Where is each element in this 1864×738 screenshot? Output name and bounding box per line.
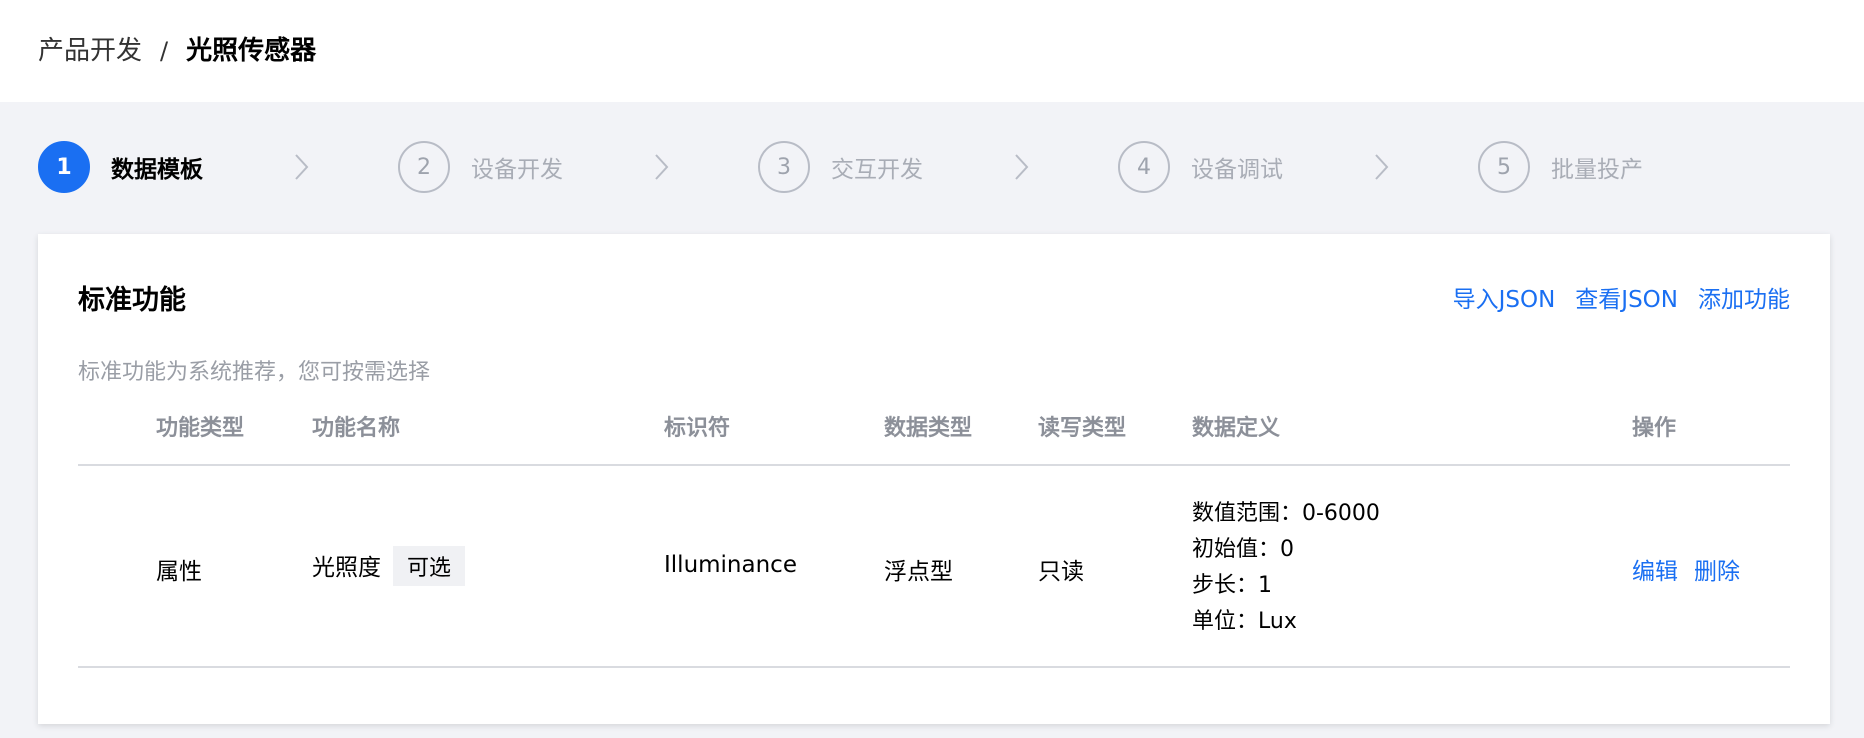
step-number-badge: 4 [1118,141,1170,193]
step-number-badge: 5 [1478,141,1530,193]
breadcrumb-separator: / [160,37,169,65]
edit-link[interactable]: 编辑 [1632,552,1678,586]
column-header-function-type: 功能类型 [156,416,245,441]
step-device-debug[interactable]: 4 设备调试 [1118,140,1283,194]
step-mass-production[interactable]: 5 批量投产 [1478,140,1643,194]
column-header-data-type: 数据类型 [884,416,973,441]
column-header-rw-type: 读写类型 [1038,416,1127,441]
cell-function-name: 光照度 可选 [312,546,466,586]
step-label: 设备开发 [471,157,563,183]
add-function-link[interactable]: 添加功能 [1698,280,1790,314]
breadcrumb-current: 光照传感器 [186,36,317,66]
chevron-right-icon [295,154,309,180]
step-label: 数据模板 [111,157,203,183]
cell-data-definition: 数值范围：0-6000 初始值：0 步长：1 单位：Lux [1192,496,1380,640]
cell-data-type: 浮点型 [884,559,953,585]
chevron-right-icon [1015,154,1029,180]
definition-range: 数值范围：0-6000 [1192,501,1380,526]
step-device-development[interactable]: 2 设备开发 [398,140,563,194]
step-data-template[interactable]: 1 数据模板 [38,140,203,194]
import-json-link[interactable]: 导入JSON [1453,280,1556,314]
card-actions: 导入JSON 查看JSON 添加功能 [1453,280,1790,314]
column-header-data-definition: 数据定义 [1192,416,1281,441]
step-label: 批量投产 [1551,157,1643,183]
cell-rw-type: 只读 [1038,559,1084,585]
chevron-right-icon [1375,154,1389,180]
step-number-badge: 3 [758,141,810,193]
table-header: 功能类型 功能名称 标识符 数据类型 读写类型 数据定义 操作 [78,410,1790,466]
step-number-badge: 1 [38,141,90,193]
definition-unit: 单位：Lux [1192,609,1297,634]
step-label: 交互开发 [831,157,923,183]
cell-identifier: Illuminance [664,552,797,578]
card-title: 标准功能 [78,285,186,316]
function-name-text: 光照度 [312,555,381,581]
cell-function-type: 属性 [156,559,202,585]
definition-initial: 初始值：0 [1192,537,1294,562]
column-header-identifier: 标识符 [664,416,731,441]
definition-step: 步长：1 [1192,573,1272,598]
standard-functions-card: 标准功能 导入JSON 查看JSON 添加功能 标准功能为系统推荐，您可按需选择… [38,234,1830,724]
chevron-right-icon [655,154,669,180]
column-header-actions: 操作 [1632,416,1677,441]
cell-actions: 编辑 删除 [1632,552,1740,586]
card-description: 标准功能为系统推荐，您可按需选择 [78,360,431,385]
column-header-function-name: 功能名称 [312,416,401,441]
breadcrumb: 产品开发 / 光照传感器 [38,30,316,72]
optional-badge: 可选 [393,546,466,586]
steps-bar: 1 数据模板 2 设备开发 3 交互开发 4 设备调试 5 批量投产 [38,140,1838,194]
page-header: 产品开发 / 光照传感器 [0,0,1864,102]
breadcrumb-parent-link[interactable]: 产品开发 [38,30,142,72]
step-label: 设备调试 [1191,157,1283,183]
step-number-badge: 2 [398,141,450,193]
delete-link[interactable]: 删除 [1694,552,1740,586]
table-row: 属性 光照度 可选 Illuminance 浮点型 只读 数值范围：0-6000 … [78,466,1790,668]
step-interaction-development[interactable]: 3 交互开发 [758,140,923,194]
view-json-link[interactable]: 查看JSON [1575,280,1678,314]
